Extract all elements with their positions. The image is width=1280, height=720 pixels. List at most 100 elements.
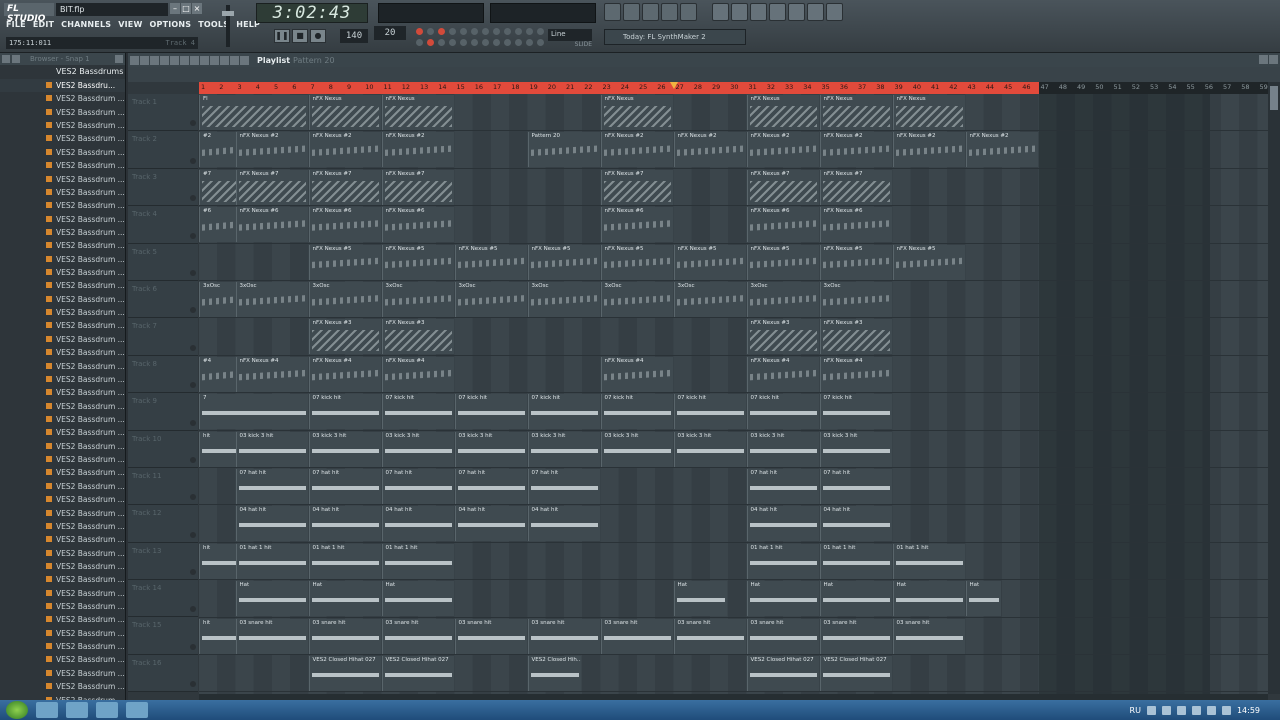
master-volume[interactable] [204,3,248,49]
pattern-clip[interactable]: 07 kick hit [454,394,527,430]
led-icon[interactable] [537,39,544,46]
browser-file-item[interactable]: VES2 Bassdrum ... [0,640,125,653]
browser-file-item[interactable]: VES2 Bassdrum ... [0,266,125,279]
pattern-clip[interactable]: nFX Nexus #2 [600,132,673,168]
track-header[interactable]: Track 7 [128,318,198,356]
track-header[interactable]: Track 14 [128,580,198,618]
led-icon[interactable] [526,39,533,46]
pattern-clip[interactable]: nFX Nexus #6 [381,207,454,243]
playhead-marker[interactable] [669,82,678,89]
pattern-clip[interactable]: 04 hat hit [454,506,527,542]
pattern-clip[interactable]: 03 snare hit [746,618,819,654]
menu-item-file[interactable]: FILE [6,20,26,29]
step-sequencer-icon[interactable] [642,3,659,21]
tray-icon[interactable] [1206,705,1216,715]
export-icon[interactable] [731,3,748,21]
pattern-clip[interactable]: nFX Nexus #5 [381,244,454,280]
track-header[interactable]: Track 12 [128,505,198,543]
browser-file-item[interactable]: VES2 Bassdrum ... [0,213,125,226]
browser-file-item[interactable]: VES2 Bassdrum ... [0,533,125,546]
led-icon[interactable] [438,39,445,46]
pattern-clip[interactable]: nFX Nexus #7 [600,169,673,205]
pattern-clip[interactable]: 01 hat 1 hit [892,543,965,579]
pattern-clip[interactable]: nFX Nexus #6 [235,207,308,243]
led-icon[interactable] [515,28,522,35]
pattern-clip[interactable]: Fl [199,95,308,130]
pattern-clip[interactable]: 3xOsc [454,282,527,317]
led-icon[interactable] [493,39,500,46]
pattern-clip[interactable]: 03 snare hit [673,618,746,654]
browser-file-item[interactable]: VES2 Bassdrum ... [0,119,125,132]
pattern-clip[interactable]: 03 snare hit [381,618,454,654]
pattern-clip[interactable]: nFX Nexus #5 [600,244,673,280]
browser-file-item[interactable]: VES2 Bassdrum ... [0,319,125,332]
pattern-clip[interactable]: 7 [199,394,308,430]
browser-file-item[interactable]: VES2 Bassdrum ... [0,186,125,199]
pattern-clip[interactable]: 07 kick hit [819,394,892,430]
scroll-thumb[interactable] [1270,86,1278,110]
browser-file-item[interactable]: VES2 Bassdru... [0,79,125,93]
pattern-clip[interactable]: nFX Nexus #5 [819,244,892,280]
pattern-clip[interactable]: nFX Nexus #3 [381,319,454,355]
track-enable-icon[interactable] [190,120,196,127]
volume-icon[interactable] [1221,705,1231,715]
pause-button[interactable]: ❚❚ [274,29,290,43]
arrow-left-icon[interactable] [2,55,10,63]
browser-file-item[interactable]: VES2 Bassdrum ... [0,573,125,586]
help-icon[interactable] [826,3,843,21]
pattern-clip[interactable]: 01 hat 1 hit [308,543,381,579]
pattern-clip[interactable]: nFX Nexus #5 [746,244,819,280]
browser-file-item[interactable]: VES2 Bassdrum ... [0,92,125,105]
pattern-clip[interactable]: nFX Nexus #4 [746,356,819,392]
pattern-clip[interactable]: 07 hat hit [454,469,527,504]
browser-file-item[interactable]: VES2 Bassdrum ... [0,493,125,506]
record-button[interactable]: ● [310,29,326,43]
pattern-clip[interactable]: nFX Nexus #4 [308,356,381,392]
arrow-icon[interactable] [130,55,139,65]
pattern-clip[interactable]: 01 hat 1 hit [819,543,892,579]
pattern-selector[interactable]: 20 [374,26,406,40]
pattern-clip[interactable]: nFX Nexus [600,95,673,130]
timeline-ruler[interactable]: 1 2 3 4 5 6 7 8 9 10 11 12 13 14 15 16 17 18 19 20 21 22 23 24 2… [199,82,1268,94]
maximize-icon[interactable]: □ [181,3,191,14]
browser-file-item[interactable]: VES2 Bassdrum ... [0,480,125,493]
track-enable-icon[interactable] [190,681,196,688]
pattern-clip[interactable]: nFX Nexus #4 [819,356,892,392]
zoom-icon[interactable] [788,3,805,21]
pattern-clip[interactable]: nFX Nexus #2 [819,132,892,168]
vertical-scrollbar[interactable] [1268,82,1280,694]
pattern-clip[interactable]: VES2 Closed Hihat 027 [308,656,381,691]
led-icon[interactable] [537,28,544,35]
browser-file-item[interactable]: VES2 Bassdrum ... [0,373,125,386]
tray-icon[interactable] [1176,705,1186,715]
browser-file-item[interactable]: VES2 Bassdrum ... [0,106,125,119]
pattern-clip[interactable]: 03 kick 3 hit [527,431,600,467]
playlist-window-icon[interactable] [604,3,621,21]
browser-file-item[interactable]: VES2 Bassdrum ... [0,680,125,693]
browser-file-item[interactable]: VES2 Bassdrum ... [0,239,125,252]
pattern-clip[interactable]: 03 kick 3 hit [308,431,381,467]
pattern-clip[interactable]: 04 hat hit [527,506,600,542]
pattern-clip[interactable]: nFX Nexus #5 [308,244,381,280]
pattern-clip[interactable]: nFX Nexus #7 [235,169,308,205]
led-icon[interactable] [526,28,533,35]
playlist-pattern[interactable]: Pattern 20 [293,56,335,65]
track-enable-icon[interactable] [190,269,196,276]
track-header[interactable]: Track 3 [128,168,198,207]
clock[interactable]: 14:59 [1237,706,1260,715]
pattern-clip[interactable]: nFX Nexus #7 [308,169,381,205]
tray-icon[interactable] [1161,705,1171,715]
browser-folder[interactable]: VES2 Bassdrums [0,65,125,79]
pattern-clip[interactable]: 03 kick 3 hit [235,431,308,467]
led-icon[interactable] [438,28,445,35]
browser-file-item[interactable]: VES2 Bassdrum ... [0,333,125,346]
track-enable-icon[interactable] [190,494,196,501]
track-header[interactable]: Track 8 [128,355,198,394]
play-icon[interactable] [220,55,229,65]
track-header[interactable]: Track 2 [128,131,198,169]
browser-file-item[interactable]: VES2 Bassdrum ... [0,667,125,680]
track-header[interactable]: Track 4 [128,206,198,244]
pattern-clip[interactable]: Pattern 20 [527,132,600,168]
pattern-clip[interactable]: 3xOsc [746,282,819,317]
browser-file-item[interactable]: VES2 Bassdrum ... [0,132,125,145]
